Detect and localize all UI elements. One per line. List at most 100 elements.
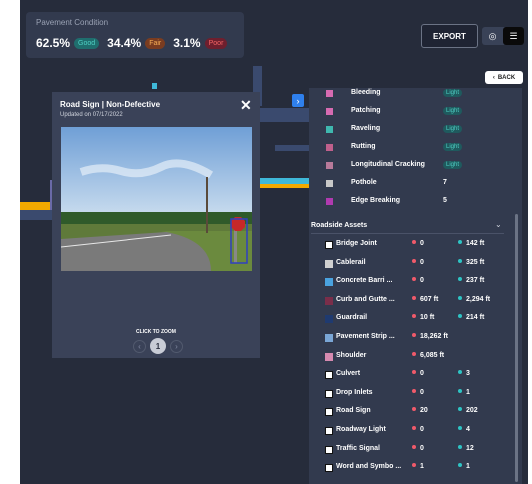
asset-nondefective-text: 12 [466,444,474,452]
distress-row[interactable]: Patching Light [309,104,522,122]
back-button[interactable]: ‹ BACK [485,71,523,84]
asset-label: Pavement Strip ... [336,333,395,340]
asset-nondefective-value: 12 [458,444,474,452]
asset-defective-text: 0 [420,426,424,433]
asset-photo[interactable] [61,127,252,271]
asset-row[interactable]: Word and Symbo ... 1 1 [309,461,522,479]
asset-defective-value: 607 ft [412,295,438,303]
page-number[interactable]: 1 [150,338,166,354]
asset-row[interactable]: Curb and Gutte ... 607 ft 2,294 ft [309,294,522,312]
distress-row[interactable]: Rutting Light [309,140,522,158]
export-button[interactable]: EXPORT [421,24,478,48]
nondefective-dot [458,388,462,393]
road-sign-icon [325,408,333,417]
asset-defective-text: 0 [420,258,424,266]
nondefective-dot [458,258,462,263]
asset-row[interactable]: Traffic Signal 0 12 [309,443,522,461]
close-icon[interactable]: ✕ [240,97,252,114]
asset-defective-text: 18,262 ft [420,333,449,340]
cablerail-icon [325,259,333,268]
distress-swatch [326,90,333,97]
asset-label: Word and Symbo ... [336,463,402,471]
asset-defective-text: 1 [420,463,424,471]
asset-label: Traffic Signal [336,444,380,452]
distress-row[interactable]: Longitudinal Cracking Light [309,158,522,176]
defective-dot [412,258,416,263]
list-icon[interactable]: ☰ [503,27,524,45]
collapse-panel-button[interactable]: › [292,94,304,107]
shoulder-icon [325,352,333,361]
roadside-assets-header[interactable]: Roadside Assets ⌄ [309,220,522,234]
asset-row[interactable]: Bridge Joint 0 142 ft [309,238,522,256]
asset-nondefective-value: 237 ft [458,277,484,284]
asset-nondefective-value: 1 [458,463,470,470]
asset-nondefective-text: 202 [466,407,478,415]
asset-defective-text: 10 ft [420,314,435,322]
map-pin-icon[interactable]: ◎ [482,27,503,45]
photo-pager: ‹ 1 › [131,338,185,354]
chevron-down-icon: ⌄ [495,220,502,229]
severity-badge: Light [443,161,463,169]
asset-nondefective-text: 1 [466,463,470,471]
distress-label: Edge Breaking [351,197,401,204]
defective-dot [412,240,416,244]
culvert-icon [325,371,333,380]
defective-dot [412,333,416,337]
distress-row[interactable]: Pothole 7 [309,176,522,194]
fair-badge: Fair [145,37,166,49]
defective-dot [412,426,416,430]
nondefective-dot [458,277,462,282]
click-to-zoom-label: CLICK TO ZOOM [136,329,176,335]
asset-label: Drop Inlets [336,388,373,396]
nondefective-dot [458,314,462,319]
asset-row[interactable]: Road Sign 20 202 [309,405,522,423]
distress-row[interactable]: Edge Breaking 5 [309,194,522,212]
prev-icon[interactable]: ‹ [133,339,146,353]
pavement-condition-card: Pavement Condition 62.5% Good 34.4% Fair… [26,12,244,58]
asset-label: Culvert [336,370,361,378]
distress-swatch [326,162,333,169]
asset-row[interactable]: Cablerail 0 325 ft [309,257,522,275]
asset-row[interactable]: Pavement Strip ... 18,262 ft [309,331,522,349]
asset-nondefective-value: 4 [458,426,470,433]
divider [311,233,504,234]
poor-percent: 3.1% [173,36,201,50]
distress-row[interactable]: Bleeding Light [309,88,522,104]
asset-row[interactable]: Drop Inlets 0 1 [309,387,522,405]
asset-label: Concrete Barri ... [336,277,393,285]
popup-title: Road Sign | Non-Defective [60,100,161,109]
good-percent: 62.5% [36,36,71,50]
distress-label: Bleeding [351,89,381,96]
roadway-light-icon [325,427,333,435]
word-symbol-icon [325,464,333,473]
defective-dot [412,351,416,356]
asset-label: Road Sign [336,407,371,415]
asset-defective-value: 20 [412,407,428,414]
roadside-assets-title: Roadside Assets [311,222,368,229]
map-road [152,83,157,89]
panel-scrollbar[interactable] [515,214,518,482]
legend-panel: Bleeding Light Patching Light Raveling Light R… [309,88,522,484]
asset-row[interactable]: Shoulder 6,085 ft [309,350,522,368]
defective-dot [412,370,416,375]
defective-dot [412,277,416,282]
asset-row[interactable]: Guardrail 10 ft 214 ft [309,312,522,330]
next-icon[interactable]: › [170,339,183,353]
asset-row[interactable]: Concrete Barri ... 0 237 ft [309,275,522,293]
chevron-right-icon: › [296,95,300,106]
severity-badge: Light [443,89,463,97]
severity-badge: Light [443,143,463,151]
asset-nondefective-text: 214 ft [466,314,485,322]
asset-nondefective-value: 2,294 ft [458,295,491,303]
severity-badge: Light [443,125,463,133]
defective-dot [412,407,416,412]
asset-nondefective-text: 2,294 ft [466,295,491,303]
distress-count: 7 [443,179,447,186]
distress-label: Longitudinal Cracking [351,161,425,168]
asset-defective-value: 1 [412,463,424,470]
asset-defective-text: 0 [420,240,424,247]
asset-row[interactable]: Roadway Light 0 4 [309,424,522,442]
asset-defective-text: 0 [420,388,424,396]
asset-row[interactable]: Culvert 0 3 [309,368,522,386]
distress-row[interactable]: Raveling Light [309,122,522,140]
